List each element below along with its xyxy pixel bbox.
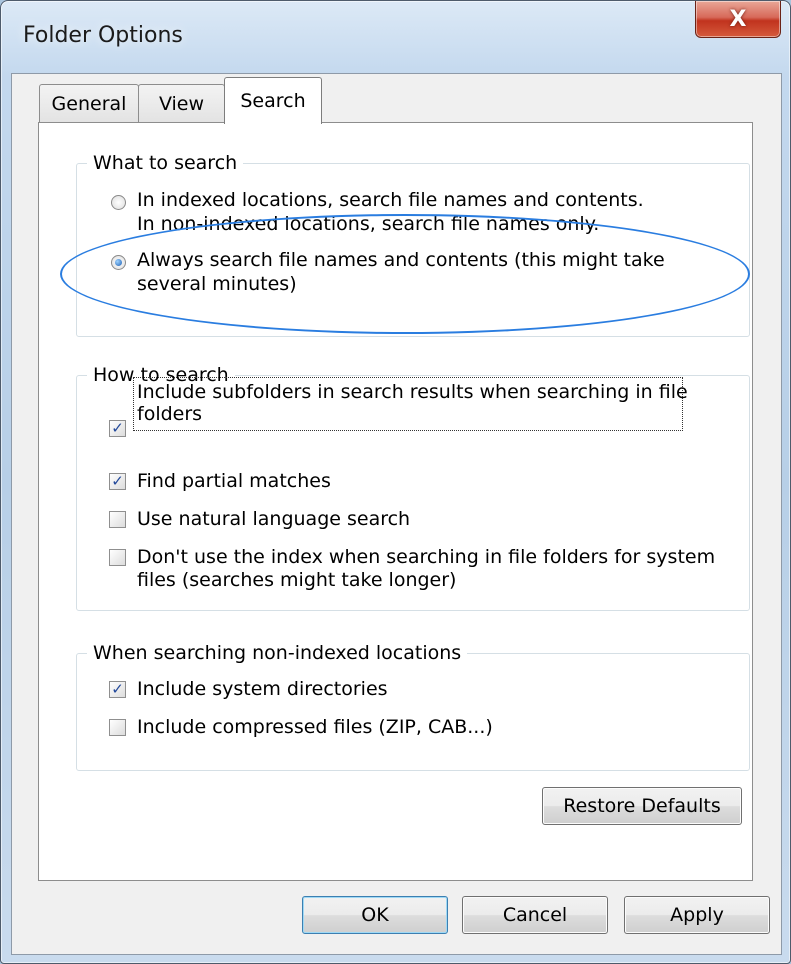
- close-icon: X: [729, 6, 747, 32]
- radio-indexed-label-line1: In indexed locations, search file names …: [137, 189, 644, 211]
- tab-general[interactable]: General: [39, 84, 139, 122]
- apply-button[interactable]: Apply: [624, 896, 770, 934]
- cancel-button[interactable]: Cancel: [462, 896, 608, 934]
- non-indexed-title: When searching non-indexed locations: [87, 640, 468, 666]
- checkbox-system-directories[interactable]: ✓: [109, 681, 126, 698]
- dont-use-index-label-line1: Don't use the index when searching in fi…: [137, 546, 716, 568]
- ok-button[interactable]: OK: [302, 896, 448, 934]
- tab-view[interactable]: View: [138, 84, 225, 122]
- checkbox-find-partial-matches[interactable]: ✓: [109, 473, 126, 490]
- checkbox-include-subfolders[interactable]: ✓: [109, 420, 126, 437]
- what-to-search-title: What to search: [87, 150, 244, 176]
- compressed-files-label: Include compressed files (ZIP, CAB...): [137, 716, 493, 738]
- restore-defaults-button[interactable]: Restore Defaults: [542, 787, 742, 825]
- dialog-window: Folder Options X General View Search Wha…: [0, 0, 791, 964]
- window-title: Folder Options: [23, 23, 183, 48]
- highlight-ellipse: [60, 214, 750, 334]
- natural-language-label: Use natural language search: [137, 508, 411, 530]
- dialog-client-area: General View Search What to search In in…: [11, 73, 782, 955]
- checkbox-natural-language[interactable]: [109, 511, 126, 528]
- close-button[interactable]: X: [695, 1, 781, 38]
- find-partial-matches-label: Find partial matches: [137, 470, 331, 492]
- dont-use-index-label-line2: files (searches might take longer): [137, 569, 457, 591]
- system-directories-label: Include system directories: [137, 678, 388, 700]
- include-subfolders-label-line1: Include subfolders in search results whe…: [137, 381, 688, 403]
- checkbox-dont-use-index[interactable]: [109, 549, 126, 566]
- non-indexed-group: When searching non-indexed locations: [76, 640, 750, 771]
- radio-indexed-locations[interactable]: [111, 195, 126, 210]
- include-subfolders-label-line2: folders: [137, 403, 203, 425]
- title-bar: Folder Options X: [1, 1, 790, 73]
- checkbox-compressed-files[interactable]: [109, 719, 126, 736]
- tab-search[interactable]: Search: [224, 77, 322, 124]
